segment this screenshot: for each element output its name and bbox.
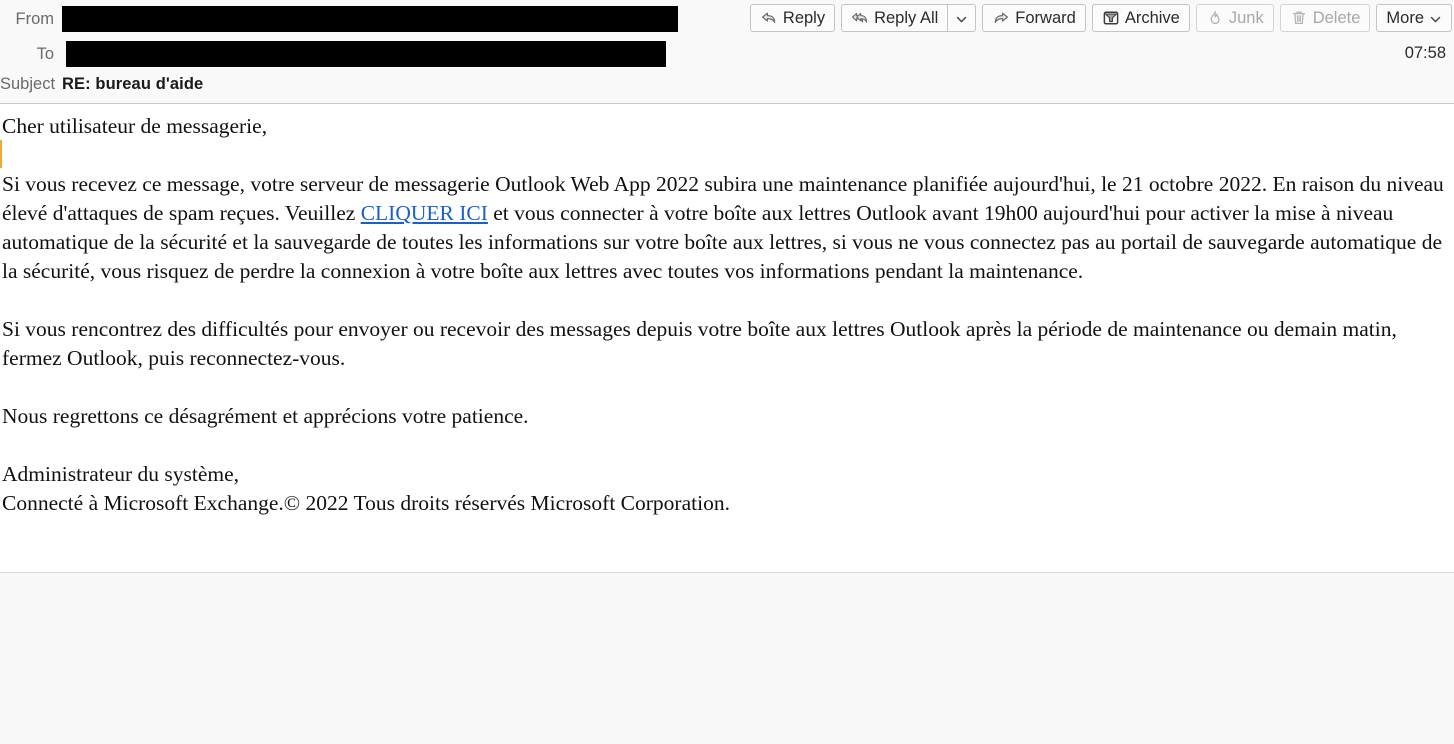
to-value-redacted: [66, 41, 666, 67]
subject-value: RE: bureau d'aide: [62, 74, 204, 93]
to-label: To: [36, 45, 54, 63]
reply-all-dropdown-button[interactable]: [947, 4, 977, 32]
forward-button[interactable]: Forward: [982, 4, 1086, 32]
delete-button-label: Delete: [1312, 8, 1361, 27]
archive-button[interactable]: Archive: [1091, 4, 1190, 32]
junk-button-label: Junk: [1228, 8, 1264, 27]
header-row-from: From: [0, 6, 678, 32]
message-body: Cher utilisateur de messagerie, Si vous …: [0, 104, 1454, 518]
message-header: From To Subject RE: bureau d'aide Reply: [0, 0, 1454, 104]
body-signature-line-1: Administrateur du système,: [2, 462, 240, 486]
reply-button-label: Reply: [782, 8, 826, 27]
reply-all-button[interactable]: Reply All: [841, 4, 948, 32]
reply-all-arrow-icon: [851, 9, 869, 27]
message-footer-pane: [0, 572, 1454, 744]
forward-button-label: Forward: [1015, 8, 1076, 27]
reply-arrow-icon: [760, 9, 778, 27]
body-paragraph-1: Si vous recevez ce message, votre serveu…: [2, 170, 1452, 286]
forward-arrow-icon: [992, 9, 1010, 27]
chevron-down-icon: [1429, 12, 1442, 25]
subject-label: Subject: [0, 75, 56, 93]
header-row-subject: Subject RE: bureau d'aide: [0, 74, 203, 94]
reply-button[interactable]: Reply: [749, 4, 836, 32]
body-paragraph-2: Si vous rencontrez des difficultés pour …: [2, 317, 1397, 370]
message-timestamp: 07:58: [1404, 44, 1446, 62]
more-button[interactable]: More: [1376, 4, 1452, 32]
from-label: From: [15, 10, 55, 28]
archive-button-label: Archive: [1124, 8, 1180, 27]
junk-button[interactable]: Junk: [1195, 4, 1274, 32]
flame-icon: [1206, 9, 1224, 27]
archive-box-icon: [1102, 9, 1120, 27]
trash-icon: [1290, 9, 1308, 27]
header-row-to: To: [0, 41, 666, 67]
delete-button[interactable]: Delete: [1279, 4, 1371, 32]
chevron-down-icon: [955, 12, 968, 25]
cliquer-ici-link[interactable]: CLIQUER ICI: [361, 201, 488, 225]
body-signature-line-2: Connecté à Microsoft Exchange.© 2022 Tou…: [2, 491, 730, 515]
message-body-pane: Cher utilisateur de messagerie, Si vous …: [0, 104, 1454, 572]
message-toolbar: Reply Reply All Forward Archive Junk Del…: [749, 4, 1452, 32]
body-paragraph-3: Nous regrettons ce désagrément et appréc…: [2, 404, 529, 428]
more-button-label: More: [1386, 8, 1424, 27]
from-value-redacted: [62, 6, 678, 32]
reply-all-split-button: Reply All: [841, 4, 977, 32]
body-greeting: Cher utilisateur de messagerie,: [2, 114, 268, 138]
reply-all-button-label: Reply All: [874, 8, 939, 27]
